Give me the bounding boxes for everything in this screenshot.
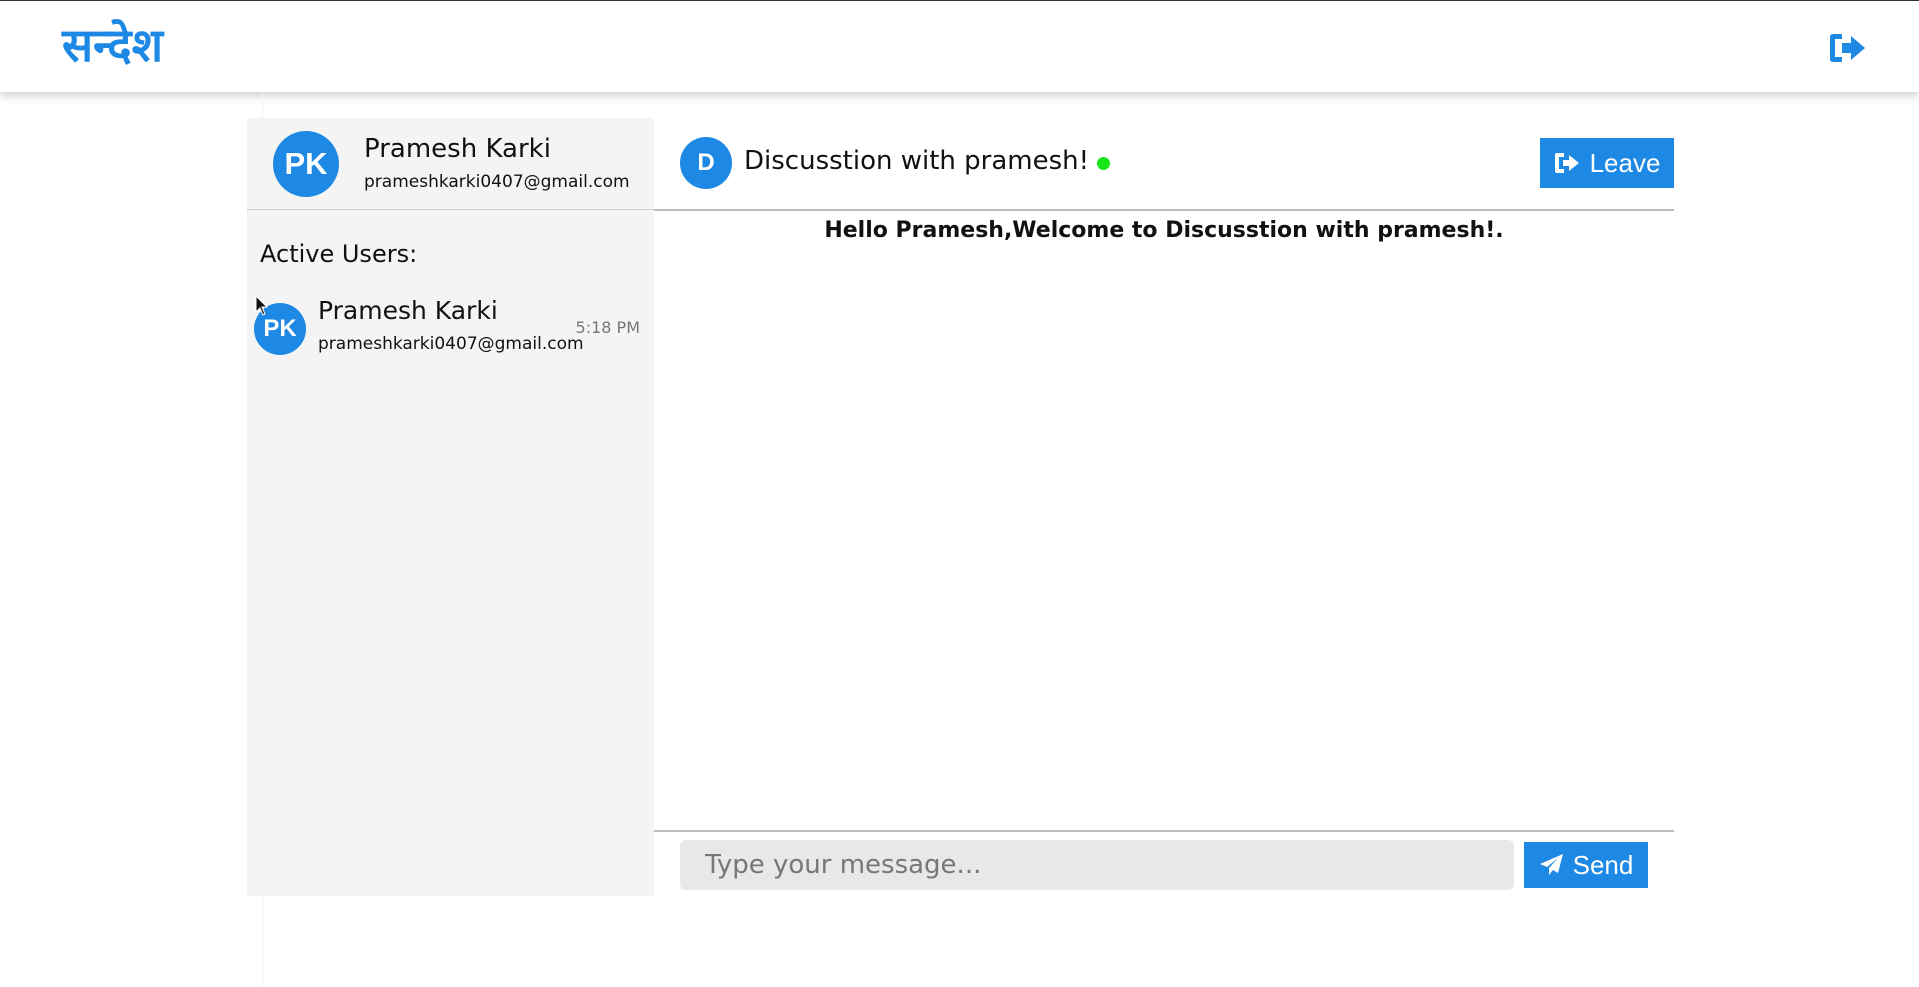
current-user-email: prameshkarki0407@gmail.com [364, 172, 630, 192]
room-title: Discusstion with pramesh! [744, 146, 1090, 176]
room-avatar: D [680, 137, 732, 189]
avatar: PK [273, 131, 339, 197]
active-user-time: 5:18 PM [575, 318, 640, 337]
active-user-name: Pramesh Karki [318, 296, 498, 325]
current-user-name: Pramesh Karki [364, 134, 551, 164]
leave-button[interactable]: Leave [1540, 138, 1674, 188]
active-user-item[interactable]: PK Pramesh Karki prameshkarki0407@gmail.… [247, 296, 654, 362]
online-status-dot [1097, 157, 1110, 170]
paper-plane-icon [1539, 854, 1563, 875]
navbar: सन्देश [0, 1, 1919, 92]
sidebar: PK Pramesh Karki prameshkarki0407@gmail.… [247, 118, 654, 896]
leave-label: Leave [1589, 147, 1661, 178]
welcome-message: Hello Pramesh,Welcome to Discusstion wit… [824, 218, 1504, 243]
send-label: Send [1572, 849, 1634, 880]
app-logo[interactable]: सन्देश [62, 15, 163, 75]
logout-icon[interactable] [1828, 31, 1868, 65]
send-button[interactable]: Send [1524, 842, 1648, 888]
mouse-cursor-icon [255, 295, 269, 316]
current-user-card: PK Pramesh Karki prameshkarki0407@gmail.… [247, 118, 654, 210]
active-users-heading: Active Users: [260, 240, 418, 268]
active-user-email: prameshkarki0407@gmail.com [318, 334, 584, 354]
chat-header: D Discusstion with pramesh! Leave [654, 118, 1674, 211]
logout-icon [1554, 153, 1579, 173]
message-composer: Send [654, 830, 1674, 896]
message-input[interactable] [680, 840, 1514, 890]
